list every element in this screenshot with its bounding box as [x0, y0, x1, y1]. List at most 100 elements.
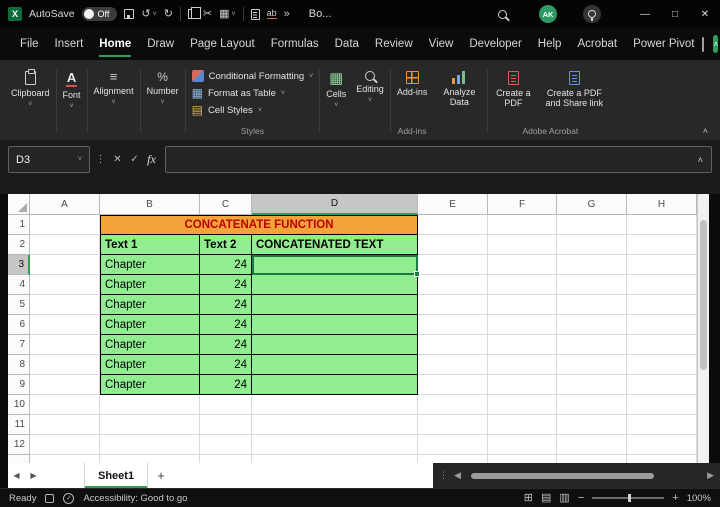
- cell-H2[interactable]: [627, 235, 697, 255]
- column-header-D[interactable]: D: [252, 194, 418, 215]
- cell-A6[interactable]: [30, 315, 100, 335]
- styles-item-cell-styles[interactable]: ▤ Cell Styles ˅: [192, 104, 262, 116]
- close-button[interactable]: ✕: [690, 0, 720, 28]
- cell-D2[interactable]: CONCATENATED TEXT: [252, 235, 418, 255]
- cell-D4[interactable]: [252, 275, 418, 295]
- cell-D8[interactable]: [252, 355, 418, 375]
- cell-B3[interactable]: Chapter: [100, 255, 200, 275]
- cell-H8[interactable]: [627, 355, 697, 375]
- hscroll-right-arrow[interactable]: ▶: [707, 470, 714, 481]
- menu-tab-home[interactable]: Home: [91, 28, 139, 60]
- insert-function-button[interactable]: fx: [143, 152, 160, 167]
- copy-button[interactable]: [187, 7, 201, 19]
- cut-button[interactable]: ✂: [203, 8, 212, 20]
- cell-D5[interactable]: [252, 295, 418, 315]
- styles-item-conditional-formatting[interactable]: Conditional Formatting ˅: [191, 70, 313, 82]
- cell-D3[interactable]: [252, 255, 418, 275]
- styles-item-format-as-table[interactable]: ▦ Format as Table ˅: [192, 87, 285, 99]
- cell-F3[interactable]: [488, 255, 557, 275]
- cell-H4[interactable]: [627, 275, 697, 295]
- menu-tab-help[interactable]: Help: [530, 28, 570, 60]
- cell-A4[interactable]: [30, 275, 100, 295]
- maximize-button[interactable]: □: [660, 0, 690, 28]
- cell-B10[interactable]: [100, 395, 200, 415]
- cell-H9[interactable]: [627, 375, 697, 395]
- cell-E3[interactable]: [418, 255, 488, 275]
- cell-E9[interactable]: [418, 375, 488, 395]
- save-button[interactable]: [124, 9, 135, 19]
- cell-G2[interactable]: [557, 235, 627, 255]
- cell-A3[interactable]: [30, 255, 100, 275]
- normal-view-button[interactable]: ⊞: [524, 492, 533, 504]
- cell-B6[interactable]: Chapter: [100, 315, 200, 335]
- cell-D6[interactable]: [252, 315, 418, 335]
- collapse-ribbon-button[interactable]: ˄: [703, 126, 708, 136]
- row-header-2[interactable]: 2: [8, 235, 30, 255]
- cell-H11[interactable]: [627, 415, 697, 435]
- column-header-G[interactable]: G: [557, 194, 627, 215]
- cell-A7[interactable]: [30, 335, 100, 355]
- cell-C12[interactable]: [200, 435, 252, 455]
- cells-button[interactable]: ▦ Cells ˅: [326, 62, 346, 109]
- editing-button[interactable]: Editing ˅: [356, 62, 384, 104]
- cell-G1[interactable]: [557, 215, 627, 235]
- cell-B7[interactable]: Chapter: [100, 335, 200, 355]
- cell-F6[interactable]: [488, 315, 557, 335]
- zoom-out-button[interactable]: −: [578, 492, 584, 504]
- row-header-13[interactable]: [8, 455, 30, 463]
- search-button[interactable]: [498, 9, 507, 19]
- accessibility-status[interactable]: Accessibility: Good to go: [83, 493, 187, 504]
- cell-B4[interactable]: Chapter: [100, 275, 200, 295]
- cell-A13[interactable]: [30, 455, 100, 463]
- menu-tab-power-pivot[interactable]: Power Pivot: [625, 28, 702, 60]
- cell-C6[interactable]: 24: [200, 315, 252, 335]
- cell-B2[interactable]: Text 1: [100, 235, 200, 255]
- cell-C2[interactable]: Text 2: [200, 235, 252, 255]
- cell-B9[interactable]: Chapter: [100, 375, 200, 395]
- autosave-toggle[interactable]: Off: [81, 7, 118, 21]
- document-quick-button[interactable]: [250, 8, 260, 20]
- cell-E2[interactable]: [418, 235, 488, 255]
- vertical-scrollbar[interactable]: [697, 194, 709, 463]
- prev-sheet-arrow[interactable]: ◀: [8, 471, 25, 480]
- cell-F1[interactable]: [488, 215, 557, 235]
- cell-E10[interactable]: [418, 395, 488, 415]
- row-header-8[interactable]: 8: [8, 355, 30, 375]
- row-header-1[interactable]: 1: [8, 215, 30, 235]
- cell-F5[interactable]: [488, 295, 557, 315]
- cell-G6[interactable]: [557, 315, 627, 335]
- cell-G8[interactable]: [557, 355, 627, 375]
- macro-record-icon[interactable]: [45, 493, 55, 503]
- tell-me-button[interactable]: [583, 5, 601, 23]
- undo-button[interactable]: ↺ ˅: [141, 8, 156, 20]
- cell-A12[interactable]: [30, 435, 100, 455]
- share-button[interactable]: ˄: [713, 35, 719, 53]
- minimize-button[interactable]: —: [630, 0, 660, 28]
- next-sheet-arrow[interactable]: ▶: [25, 471, 42, 480]
- enter-button[interactable]: ✓: [126, 154, 143, 165]
- number-button[interactable]: % Number ˅: [147, 62, 179, 106]
- cell-E8[interactable]: [418, 355, 488, 375]
- menu-tab-insert[interactable]: Insert: [47, 28, 92, 60]
- column-header-H[interactable]: H: [627, 194, 697, 215]
- menu-tab-page-layout[interactable]: Page Layout: [182, 28, 263, 60]
- cell-C7[interactable]: 24: [200, 335, 252, 355]
- name-box[interactable]: D3 ˅: [8, 146, 90, 173]
- cell-A8[interactable]: [30, 355, 100, 375]
- row-header-11[interactable]: 11: [8, 415, 30, 435]
- page-break-view-button[interactable]: ▥: [559, 492, 569, 504]
- cell-C4[interactable]: 24: [200, 275, 252, 295]
- cell-H5[interactable]: [627, 295, 697, 315]
- cell-H6[interactable]: [627, 315, 697, 335]
- row-header-4[interactable]: 4: [8, 275, 30, 295]
- zoom-slider[interactable]: [592, 494, 665, 502]
- cell-G3[interactable]: [557, 255, 627, 275]
- row-header-6[interactable]: 6: [8, 315, 30, 335]
- cell-H7[interactable]: [627, 335, 697, 355]
- cell-E1[interactable]: [418, 215, 488, 235]
- cell-H3[interactable]: [627, 255, 697, 275]
- cell-C13[interactable]: [200, 455, 252, 463]
- cell-D10[interactable]: [252, 395, 418, 415]
- cell-E6[interactable]: [418, 315, 488, 335]
- cell-C10[interactable]: [200, 395, 252, 415]
